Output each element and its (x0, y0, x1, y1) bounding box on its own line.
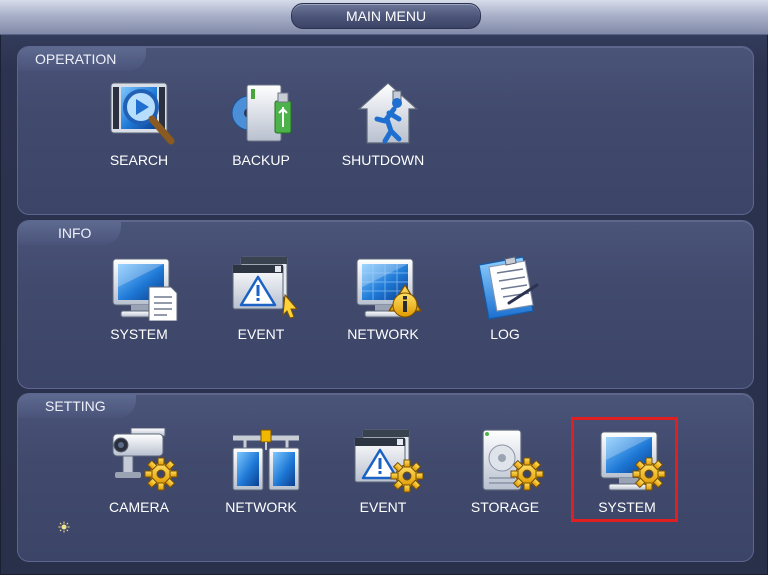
event-info-icon (231, 255, 299, 319)
info-system-button[interactable]: SYSTEM (89, 255, 189, 345)
search-icon (110, 82, 175, 145)
title-bar: MAIN MENU (0, 0, 768, 35)
log-icon (478, 256, 539, 320)
setting-section-label: SETTING (18, 394, 136, 418)
network-setting-icon (232, 429, 300, 491)
storage-setting-button[interactable]: STORAGE (455, 428, 555, 518)
camera-setting-label: CAMERA (109, 499, 169, 515)
info-network-label: NETWORK (347, 326, 419, 342)
camera-setting-icon (112, 428, 178, 491)
system-info-icon (112, 258, 178, 321)
event-setting-button[interactable]: EVENT (333, 428, 433, 518)
info-event-label: EVENT (237, 326, 285, 342)
sun-icon (58, 521, 70, 533)
info-event-button[interactable]: EVENT (211, 255, 311, 345)
event-setting-label: EVENT (359, 499, 407, 515)
info-system-label: SYSTEM (110, 326, 168, 342)
search-label: SEARCH (109, 152, 169, 168)
shutdown-icon (357, 82, 419, 144)
shutdown-label: SHUTDOWN (341, 152, 425, 168)
camera-setting-button[interactable]: CAMERA (89, 428, 189, 518)
page-title: MAIN MENU (291, 3, 481, 29)
network-info-icon (356, 258, 422, 318)
search-button[interactable]: SEARCH (89, 81, 189, 171)
log-label: LOG (490, 326, 520, 342)
shutdown-button[interactable]: SHUTDOWN (333, 81, 433, 171)
backup-button[interactable]: BACKUP (211, 81, 311, 171)
backup-icon (231, 84, 292, 142)
event-setting-icon (353, 428, 423, 493)
log-button[interactable]: LOG (455, 255, 555, 345)
info-network-button[interactable]: NETWORK (333, 255, 433, 345)
storage-setting-icon (482, 429, 544, 491)
network-setting-button[interactable]: NETWORK (211, 428, 311, 518)
info-section-label: INFO (18, 221, 122, 245)
network-setting-label: NETWORK (225, 499, 297, 515)
operation-section-label: OPERATION (18, 47, 147, 71)
backup-label: BACKUP (232, 152, 290, 168)
selection-highlight (571, 417, 678, 522)
storage-setting-label: STORAGE (470, 499, 540, 515)
